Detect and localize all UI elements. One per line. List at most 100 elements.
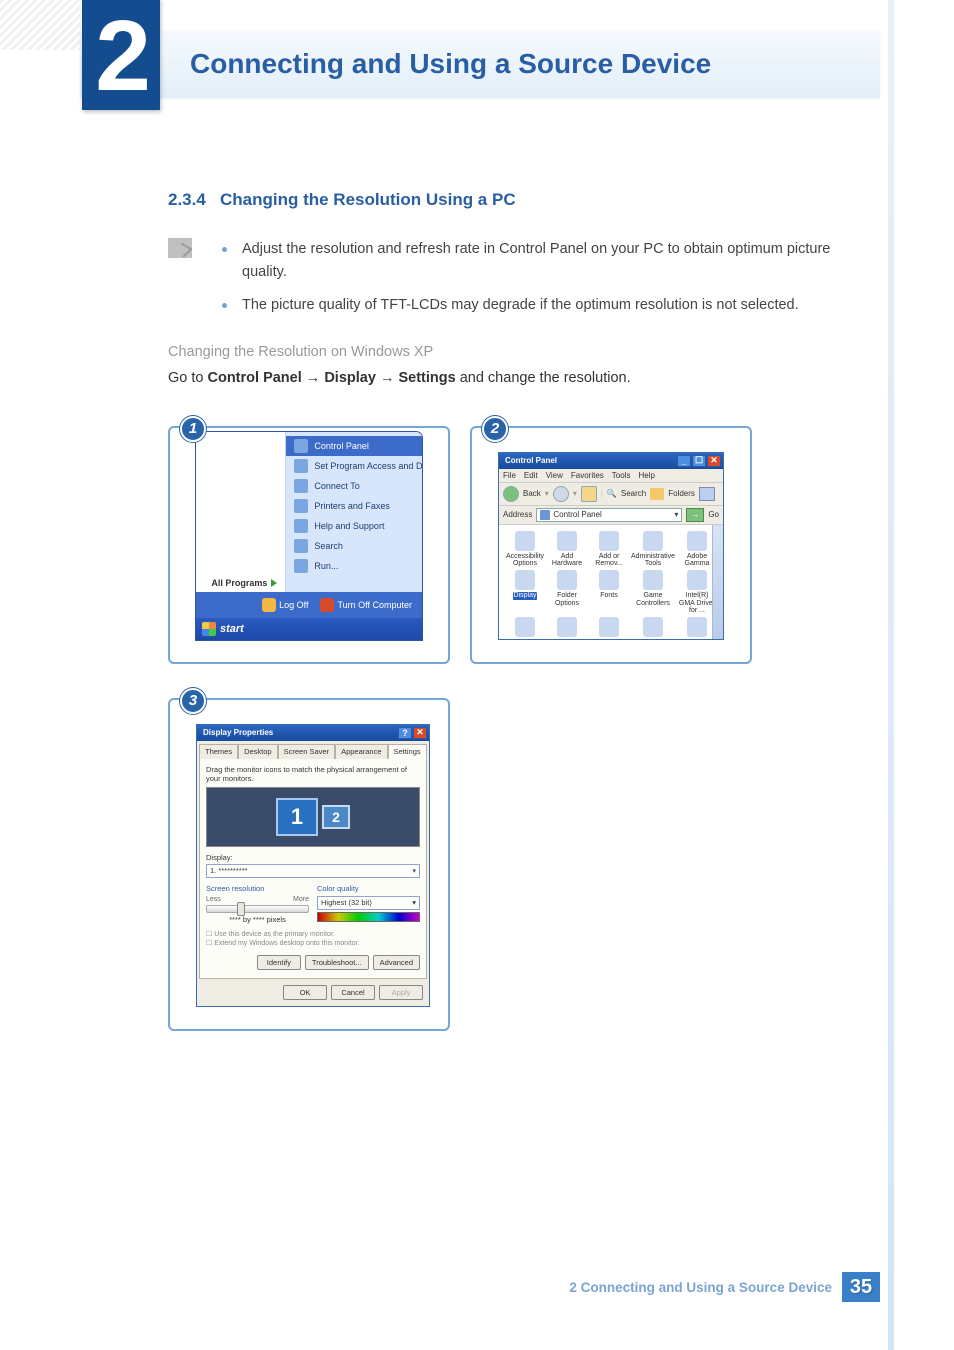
start-button[interactable]: start: [220, 623, 244, 635]
control-panel-item-icon: [643, 531, 663, 551]
control-panel-item[interactable]: Network Connections: [631, 617, 675, 639]
control-panel-item[interactable]: Game Controllers: [631, 570, 675, 615]
menu-item[interactable]: Help and Support: [286, 516, 422, 536]
turnoff-button[interactable]: Turn Off Computer: [316, 596, 416, 614]
display-select[interactable]: 1. ********** ▾: [206, 864, 420, 878]
go-button[interactable]: →: [686, 508, 704, 522]
menu-help[interactable]: Help: [638, 471, 654, 480]
folder-icon: [540, 510, 550, 520]
menu-item-control-panel[interactable]: Control Panel: [286, 436, 422, 456]
menu-item[interactable]: Connect To▸: [286, 476, 422, 496]
menu-tools[interactable]: Tools: [612, 471, 631, 480]
note-block: Adjust the resolution and refresh rate i…: [168, 238, 874, 328]
back-button[interactable]: [503, 486, 519, 502]
extend-desktop-checkbox[interactable]: ☐ Extend my Windows desktop onto this mo…: [206, 939, 420, 949]
control-panel-item-label: Adobe Gamma: [685, 553, 710, 568]
menu-item[interactable]: Set Program Access and Defaults: [286, 456, 422, 476]
note-icon: [168, 238, 192, 258]
menu-item[interactable]: Printers and Faxes: [286, 496, 422, 516]
bullet-item: Adjust the resolution and refresh rate i…: [208, 238, 874, 284]
control-panel-item-icon: [557, 531, 577, 551]
views-button[interactable]: [699, 487, 715, 501]
control-panel-item[interactable]: Mouse: [589, 617, 629, 639]
settings-note: Drag the monitor icons to match the phys…: [206, 765, 420, 783]
control-panel-item-icon: [599, 531, 619, 551]
monitor-2[interactable]: 2: [322, 805, 350, 829]
color-select[interactable]: Highest (32 bit) ▾: [317, 896, 420, 910]
apply-button[interactable]: Apply: [379, 985, 423, 1000]
tab-bar: ThemesDesktopScreen SaverAppearanceSetti…: [197, 741, 429, 758]
minimize-button[interactable]: _: [677, 455, 691, 467]
folders-label[interactable]: Folders: [668, 489, 695, 498]
cancel-button[interactable]: Cancel: [331, 985, 375, 1000]
chevron-down-icon: ▾: [412, 867, 416, 875]
menu-file[interactable]: File: [503, 471, 516, 480]
footer-text: 2 Connecting and Using a Source Device: [569, 1280, 832, 1295]
identify-button[interactable]: Identify: [257, 955, 301, 970]
control-panel-item[interactable]: Network Setup Wizard: [677, 617, 717, 639]
tab-settings[interactable]: Settings: [388, 744, 427, 759]
control-panel-item[interactable]: Mail: [547, 617, 587, 639]
control-panel-icons: Accessibility OptionsAdd Hardware Add or …: [499, 525, 723, 639]
advanced-button[interactable]: Advanced: [373, 955, 420, 970]
control-panel-item[interactable]: Display: [505, 570, 545, 615]
primary-monitor-checkbox[interactable]: ☐ Use this device as the primary monitor…: [206, 930, 420, 940]
step-badge: 2: [482, 416, 508, 442]
tab-desktop[interactable]: Desktop: [238, 744, 278, 759]
control-panel-item-icon: [687, 531, 707, 551]
control-panel-item-icon: [687, 570, 707, 590]
logoff-button[interactable]: Log Off: [258, 596, 312, 614]
troubleshoot-button[interactable]: Troubleshoot...: [305, 955, 369, 970]
content-area: 2.3.4 Changing the Resolution Using a PC…: [168, 190, 874, 1065]
resolution-color-row: Screen resolution Less More **** by ****…: [206, 884, 420, 924]
color-spectrum: [317, 912, 420, 922]
instruction-text: Go to: [168, 370, 208, 386]
menu-item-label: Printers and Faxes: [314, 501, 390, 511]
control-panel-item[interactable]: Administrative Tools: [631, 531, 675, 568]
menu-item[interactable]: Search: [286, 536, 422, 556]
control-panel-item[interactable]: Accessibility Options: [505, 531, 545, 568]
forward-button[interactable]: [553, 486, 569, 502]
control-panel-item-label: Accessibility Options: [506, 553, 544, 568]
chapter-title: Connecting and Using a Source Device: [190, 48, 711, 80]
search-label[interactable]: Search: [621, 489, 646, 498]
close-button[interactable]: ✕: [707, 455, 721, 467]
address-bar[interactable]: Control Panel ▾: [536, 508, 682, 522]
logoff-icon: [262, 598, 276, 612]
menu-edit[interactable]: Edit: [524, 471, 538, 480]
slider-thumb[interactable]: [237, 902, 245, 916]
control-panel-item-icon: [515, 531, 535, 551]
all-programs[interactable]: All Programs: [202, 578, 279, 588]
help-button[interactable]: ?: [398, 727, 412, 739]
menu-item-label: Connect To: [314, 481, 359, 491]
control-panel-item[interactable]: Keyboard: [505, 617, 545, 639]
resolution-slider[interactable]: [206, 905, 309, 913]
folders-icon: [650, 488, 664, 500]
chapter-number-badge: 2: [82, 0, 160, 110]
program-access-icon: [294, 459, 308, 473]
control-panel-item[interactable]: Add Hardware: [547, 531, 587, 568]
tab-themes[interactable]: Themes: [199, 744, 238, 759]
search-icon: 🔍: [607, 489, 617, 498]
turnoff-icon: [320, 598, 334, 612]
maximize-button[interactable]: ☐: [692, 455, 706, 467]
monitor-arrangement[interactable]: 1 2: [206, 787, 420, 847]
menu-favorites[interactable]: Favorites: [571, 471, 604, 480]
tab-appearance[interactable]: Appearance: [335, 744, 387, 759]
tab-screen-saver[interactable]: Screen Saver: [278, 744, 335, 759]
control-panel-item[interactable]: Fonts: [589, 570, 629, 615]
control-panel-item[interactable]: Add or Remov...: [589, 531, 629, 568]
instruction-bold: Display: [324, 370, 376, 386]
screenshot-row-2: 3 Display Properties ? ✕ ThemesDesktopSc…: [168, 698, 874, 1032]
menu-view[interactable]: View: [546, 471, 563, 480]
control-panel-item[interactable]: Adobe Gamma: [677, 531, 717, 568]
control-panel-item[interactable]: Folder Options: [547, 570, 587, 615]
monitor-1[interactable]: 1: [276, 798, 318, 836]
control-panel-item-label: Add or Remov...: [595, 553, 623, 568]
close-button[interactable]: ✕: [413, 727, 427, 739]
up-button[interactable]: [581, 486, 597, 502]
chevron-down-icon: ▾: [674, 510, 678, 519]
ok-button[interactable]: OK: [283, 985, 327, 1000]
control-panel-item[interactable]: Intel(R) GMA Driver for ...: [677, 570, 717, 615]
menu-item[interactable]: Run...: [286, 556, 422, 576]
